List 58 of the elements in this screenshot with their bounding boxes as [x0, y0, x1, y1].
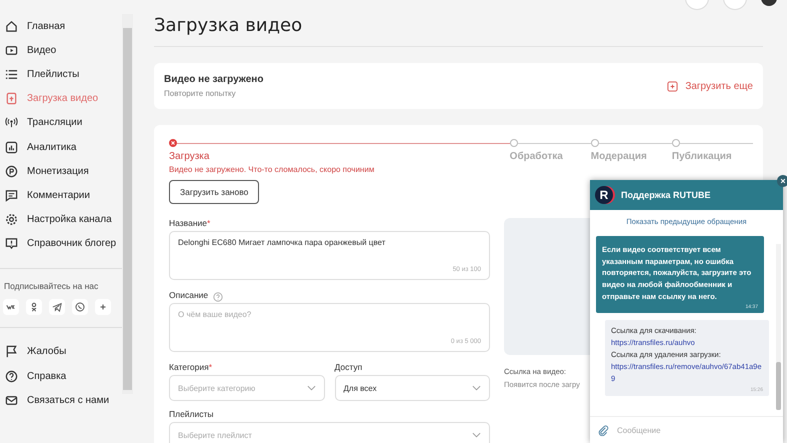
step-label: Загрузка [169, 151, 210, 162]
error-message: Видео не загружено. Что-то сломалось, скоро починим [169, 165, 376, 174]
upload-more-button[interactable]: Загрузить еще [667, 80, 753, 92]
sidebar-item[interactable]: Плейлисты [0, 62, 120, 87]
chevron-down-icon [306, 385, 316, 391]
sidebar-item[interactable]: Справка [0, 364, 120, 388]
sidebar-item[interactable]: Жалобы [0, 340, 120, 364]
sidebar-item[interactable]: Монетизация [0, 159, 120, 184]
chevron-down-icon [472, 385, 481, 391]
field-label: Категория* [169, 362, 214, 372]
status-title: Видео не загружено [164, 74, 264, 85]
sidebar-item[interactable]: Видео [0, 38, 120, 62]
retry-button[interactable]: Загрузить заново [169, 180, 260, 204]
status-subtitle: Повторите попытку [164, 89, 237, 98]
home-icon [5, 20, 18, 33]
sidebar-item[interactable]: Связаться с нами [0, 388, 120, 412]
access-dropdown[interactable]: Для всех [334, 375, 490, 401]
sidebar-item[interactable]: Комментарии [0, 183, 120, 208]
scrollbar[interactable] [776, 244, 781, 410]
step-label: Публикация [672, 151, 733, 162]
close-button[interactable] [777, 175, 787, 187]
person-icon[interactable] [26, 298, 42, 315]
sidebar-item[interactable]: Настройка канала [0, 208, 120, 232]
flag-icon [5, 345, 18, 358]
plus-icon[interactable] [95, 298, 111, 315]
social-heading: Подписывайтесь на нас [3, 280, 100, 291]
step-label: Модерация [590, 151, 648, 162]
help-icon [5, 370, 18, 383]
phone-icon[interactable] [72, 298, 88, 315]
vk-icon[interactable] [3, 298, 19, 315]
info-icon [5, 237, 18, 250]
mail-icon [5, 394, 18, 407]
field-label: Описание [169, 290, 208, 300]
chevron-down-icon [472, 432, 481, 438]
paperclip-icon[interactable] [598, 424, 609, 436]
broadcast-icon [5, 116, 18, 130]
sidebar-item[interactable]: Аналитика [0, 134, 120, 160]
field-label: Плейлисты [169, 409, 215, 419]
comment-icon [5, 188, 18, 202]
paper-plane-icon[interactable] [49, 298, 65, 315]
chat-title: Поддержка RUTUBE [621, 190, 711, 200]
page-title: Загрузка видео [154, 15, 304, 36]
file-upload-icon [5, 92, 18, 106]
gear-icon [5, 213, 18, 226]
sidebar-item[interactable]: Трансляции [0, 110, 120, 135]
step-label: Обработка [510, 151, 564, 162]
close-icon [780, 178, 786, 184]
field-label: Доступ [334, 362, 364, 372]
field-label: Название* [169, 218, 212, 228]
scrollbar[interactable] [122, 14, 133, 394]
chart-icon [5, 140, 18, 154]
play-icon [5, 44, 18, 57]
coin-icon [5, 164, 18, 178]
logo: R [595, 186, 613, 204]
upload-icon [667, 80, 678, 92]
sidebar-item[interactable]: Справочник блогер [0, 232, 120, 256]
list-icon [5, 68, 18, 81]
sidebar-item[interactable]: Главная [0, 14, 120, 38]
